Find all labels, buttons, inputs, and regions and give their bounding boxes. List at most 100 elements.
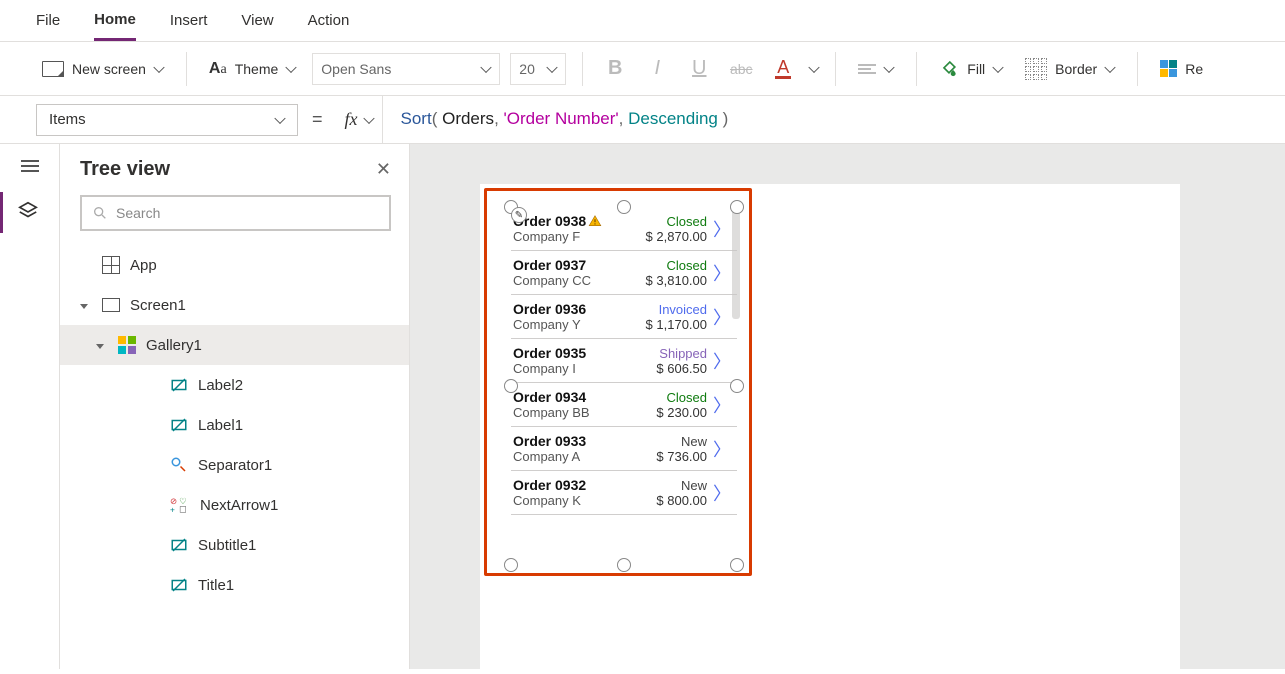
separator-icon xyxy=(170,456,188,474)
gallery-item[interactable]: Order 0935ShippedCompany I$ 606.50〉 xyxy=(511,339,737,383)
resize-handle[interactable] xyxy=(504,379,518,393)
resize-handle[interactable] xyxy=(730,379,744,393)
tab-file[interactable]: File xyxy=(36,2,60,39)
tab-home[interactable]: Home xyxy=(94,1,136,41)
gallery-item[interactable]: Order 0932NewCompany K$ 800.00〉 xyxy=(511,471,737,515)
tree-search-input[interactable]: Search xyxy=(80,195,391,231)
chevron-right-icon[interactable]: 〉 xyxy=(711,304,733,330)
gallery-list: Order 0938ClosedCompany F$ 2,870.00〉Orde… xyxy=(511,207,737,565)
chevron-right-icon[interactable]: 〉 xyxy=(711,216,733,242)
gallery-item[interactable]: Order 0934ClosedCompany BB$ 230.00〉 xyxy=(511,383,737,427)
edit-pencil-icon[interactable]: ✎ xyxy=(511,207,527,223)
border-icon xyxy=(1025,58,1047,80)
label-icon xyxy=(170,416,188,434)
chevron-down-icon[interactable] xyxy=(98,337,108,354)
tree-item-gallery1[interactable]: Gallery1 xyxy=(60,325,409,365)
tree-item-nextarrow1[interactable]: ⊘♡+☐ NextArrow1 xyxy=(60,485,409,525)
gallery-item[interactable]: Order 0933NewCompany A$ 736.00〉 xyxy=(511,427,737,471)
chevron-down-icon xyxy=(547,64,557,74)
tree-item-separator1[interactable]: Separator1 xyxy=(60,445,409,485)
bold-button[interactable]: B xyxy=(599,57,631,80)
resize-handle[interactable] xyxy=(730,200,744,214)
font-size-selector[interactable]: 20 xyxy=(510,53,566,85)
reorder-button[interactable]: Re xyxy=(1154,60,1209,77)
close-panel-button[interactable]: ✕ xyxy=(376,159,391,180)
company-name: Company K xyxy=(513,493,581,508)
tree-item-subtitle1[interactable]: Subtitle1 xyxy=(60,525,409,565)
order-number: Order 0934 xyxy=(513,389,586,405)
gallery-scrollbar[interactable] xyxy=(732,207,740,319)
tree-view-rail-button[interactable] xyxy=(0,192,56,233)
search-placeholder: Search xyxy=(116,205,160,221)
gallery-item[interactable]: Order 0937ClosedCompany CC$ 3,810.00〉 xyxy=(511,251,737,295)
formula-fn: Sort xyxy=(401,109,432,128)
svg-text:+: + xyxy=(170,505,175,515)
align-button[interactable] xyxy=(852,64,900,74)
chevron-right-icon[interactable]: 〉 xyxy=(711,260,733,286)
font-family-selector[interactable]: Open Sans xyxy=(312,53,500,85)
order-status: Shipped xyxy=(659,346,707,361)
strikethrough-button[interactable]: abc xyxy=(725,61,757,77)
order-status: Invoiced xyxy=(659,302,707,317)
order-amount: $ 2,870.00 xyxy=(646,229,707,244)
property-value: Items xyxy=(49,111,86,128)
resize-handle[interactable] xyxy=(617,200,631,214)
tab-view[interactable]: View xyxy=(241,2,273,39)
tree-item-app[interactable]: App xyxy=(60,245,409,285)
order-amount: $ 230.00 xyxy=(656,405,707,420)
gallery-item[interactable]: Order 0936InvoicedCompany Y$ 1,170.00〉 xyxy=(511,295,737,339)
chevron-down-icon[interactable] xyxy=(82,297,92,314)
chevron-down-icon xyxy=(275,115,285,125)
app-icon xyxy=(102,256,120,274)
formula-input[interactable]: Sort( Orders, 'Order Number', Descending… xyxy=(397,109,1249,130)
new-screen-label: New screen xyxy=(72,61,146,77)
formula-bar: Items = fx Sort( Orders, 'Order Number',… xyxy=(0,96,1285,144)
company-name: Company A xyxy=(513,449,580,464)
company-name: Company Y xyxy=(513,317,581,332)
underline-button[interactable]: U xyxy=(683,57,715,80)
chevron-down-icon xyxy=(286,64,296,74)
chevron-right-icon[interactable]: 〉 xyxy=(711,392,733,418)
fill-button[interactable]: Fill xyxy=(933,57,1009,80)
font-color-button[interactable]: A xyxy=(767,58,799,79)
tree-item-label1[interactable]: Label1 xyxy=(60,405,409,445)
italic-button[interactable]: I xyxy=(641,57,673,80)
label-icon xyxy=(170,536,188,554)
order-amount: $ 736.00 xyxy=(656,449,707,464)
border-label: Border xyxy=(1055,61,1097,77)
company-name: Company BB xyxy=(513,405,590,420)
theme-icon: Aa xyxy=(209,60,227,78)
tab-insert[interactable]: Insert xyxy=(170,2,208,39)
tree-item-label2[interactable]: Label2 xyxy=(60,365,409,405)
border-button[interactable]: Border xyxy=(1019,58,1121,80)
tree-item-screen1[interactable]: Screen1 xyxy=(60,285,409,325)
canvas[interactable]: ✎ Order 0938ClosedCompany F$ 2,870.00〉Or… xyxy=(410,144,1285,669)
tree-item-title1[interactable]: Title1 xyxy=(60,565,409,605)
resize-handle[interactable] xyxy=(504,558,518,572)
hamburger-icon[interactable] xyxy=(21,160,39,172)
chevron-right-icon[interactable]: 〉 xyxy=(711,348,733,374)
fill-label: Fill xyxy=(967,61,985,77)
company-name: Company CC xyxy=(513,273,591,288)
chevron-down-icon xyxy=(154,64,164,74)
resize-handle[interactable] xyxy=(730,558,744,572)
chevron-right-icon[interactable]: 〉 xyxy=(711,436,733,462)
chevron-down-icon[interactable] xyxy=(809,64,819,74)
gallery-selected[interactable]: ✎ Order 0938ClosedCompany F$ 2,870.00〉Or… xyxy=(484,188,752,576)
chevron-right-icon[interactable]: 〉 xyxy=(711,480,733,506)
company-name: Company F xyxy=(513,229,580,244)
order-amount: $ 3,810.00 xyxy=(646,273,707,288)
order-number: Order 0935 xyxy=(513,345,586,361)
property-selector[interactable]: Items xyxy=(36,104,298,136)
tab-action[interactable]: Action xyxy=(308,2,350,39)
equals-sign: = xyxy=(312,109,323,130)
resize-handle[interactable] xyxy=(617,558,631,572)
new-screen-button[interactable]: New screen xyxy=(36,61,170,77)
fx-icon: fx xyxy=(345,109,358,130)
artboard-screen1[interactable]: ✎ Order 0938ClosedCompany F$ 2,870.00〉Or… xyxy=(480,184,1180,674)
theme-label: Theme xyxy=(235,61,279,77)
label-icon xyxy=(170,376,188,394)
screen-icon xyxy=(102,298,120,312)
theme-button[interactable]: Aa Theme xyxy=(203,60,302,78)
fx-button[interactable]: fx xyxy=(337,96,383,144)
